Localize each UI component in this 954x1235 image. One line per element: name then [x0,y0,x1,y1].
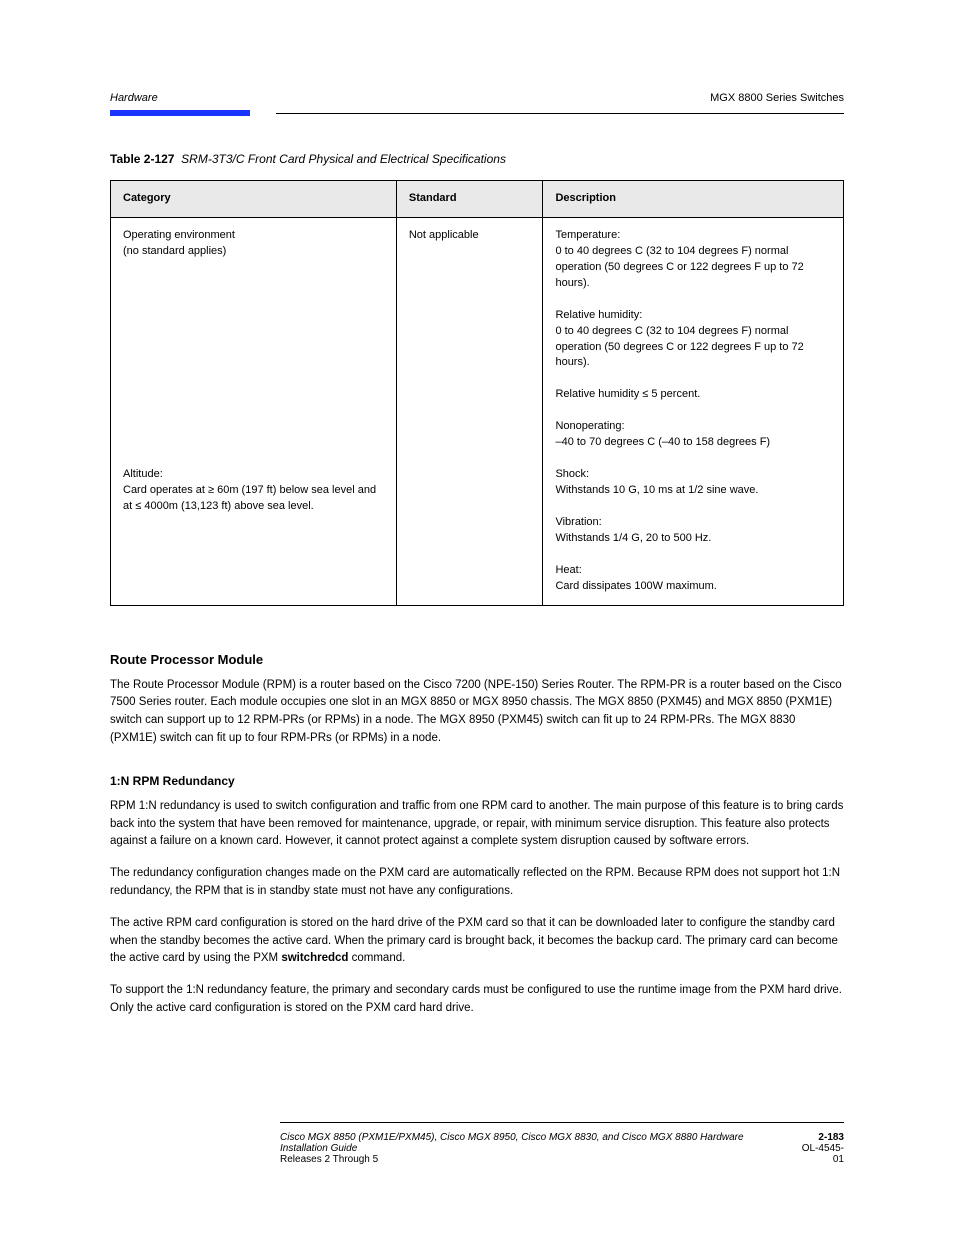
para-4: To support the 1:N redundancy feature, t… [110,982,844,1018]
th-description: Description [543,181,844,218]
footer-right: 2-183 OL-4545-01 [794,1132,844,1165]
section-title: Route Processor Module [110,652,844,667]
footer: Cisco MGX 8850 (PXM1E/PXM45), Cisco MGX … [280,1132,844,1165]
cell-description: Temperature: 0 to 40 degrees C (32 to 10… [543,217,844,605]
table-caption: Table 2-127 SRM-3T3/C Front Card Physica… [110,152,844,166]
table-header-row: Category Standard Description [111,181,844,218]
para-3: The active RPM card configuration is sto… [110,915,844,968]
para-1: RPM 1:N redundancy is used to switch con… [110,798,844,851]
th-standard: Standard [396,181,543,218]
table-row: Operating environment (no standard appli… [111,217,844,605]
cell-category: Operating environment (no standard appli… [111,217,397,605]
th-category: Category [111,181,397,218]
cell-standard: Not applicable [396,217,543,605]
header-section: Hardware [110,92,158,104]
para-2: The redundancy configuration changes mad… [110,865,844,901]
rule-black [276,113,844,114]
rule-blue [110,110,250,116]
header-subject: MGX 8800 Series Switches [710,92,844,104]
section-subhead: 1:N RPM Redundancy [110,774,844,788]
section-intro: The Route Processor Module (RPM) is a ro… [110,677,844,748]
specs-table: Category Standard Description Operating … [110,180,844,606]
footer-left: Cisco MGX 8850 (PXM1E/PXM45), Cisco MGX … [280,1132,794,1165]
header-rules [110,110,844,116]
footer-rule [280,1122,844,1123]
